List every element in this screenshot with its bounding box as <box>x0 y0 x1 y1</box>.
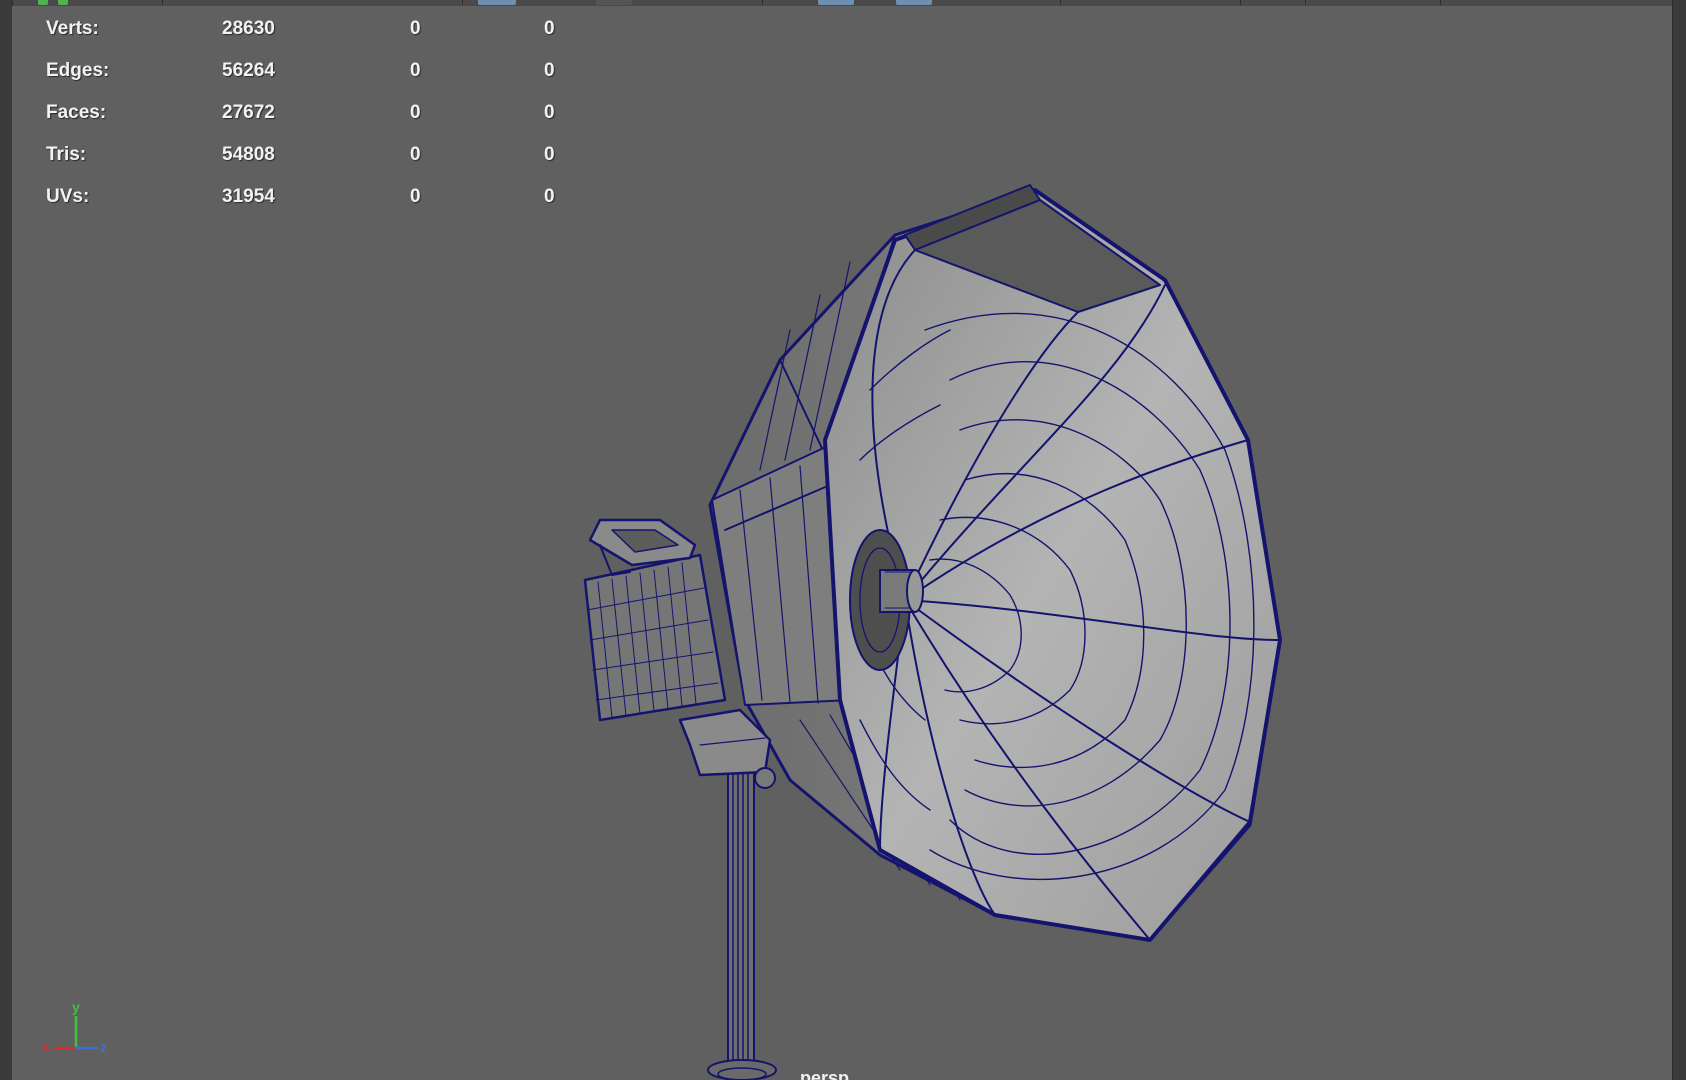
axis-gizmo-icon: y x z <box>42 1000 107 1055</box>
hud-label: Faces: <box>46 102 107 123</box>
hud-value-selected: 0 <box>410 18 421 39</box>
toolbar-icon[interactable] <box>58 0 68 5</box>
hud-value-other: 0 <box>544 144 555 165</box>
hud-label: Edges: <box>46 60 110 81</box>
hud-row-uvs: UVs: 31954 0 0 <box>46 180 586 222</box>
hud-label: UVs: <box>46 186 90 207</box>
hud-label: Tris: <box>46 144 87 165</box>
hud-row-edges: Edges: 56264 0 0 <box>46 54 586 96</box>
hud-value-total: 28630 <box>222 18 275 39</box>
strobe-body <box>583 553 727 722</box>
hud-value-selected: 0 <box>410 186 421 207</box>
hud-value-other: 0 <box>544 186 555 207</box>
hud-value-total: 56264 <box>222 60 275 81</box>
hud-value-selected: 0 <box>410 102 421 123</box>
toolbar-icon[interactable] <box>478 0 516 5</box>
hud-label: Verts: <box>46 18 99 39</box>
hud-row-verts: Verts: 28630 0 0 <box>46 12 586 54</box>
3d-viewport[interactable]: Verts: 28630 0 0 Edges: 56264 0 0 Faces:… <box>12 6 1672 1080</box>
toolbar-icon[interactable] <box>896 0 932 5</box>
hud-value-total: 27672 <box>222 102 275 123</box>
axis-z-label: z <box>100 1039 107 1055</box>
hud-row-faces: Faces: 27672 0 0 <box>46 96 586 138</box>
axis-y-label: y <box>72 1000 80 1015</box>
hud-value-other: 0 <box>544 102 555 123</box>
axis-x-label: x <box>42 1039 50 1055</box>
heads-up-display: Verts: 28630 0 0 Edges: 56264 0 0 Faces:… <box>46 12 586 222</box>
toolbar-icon[interactable] <box>818 0 854 5</box>
toolbar-icon[interactable] <box>38 0 48 5</box>
light-stand <box>707 759 777 1080</box>
panel-border-right <box>1672 0 1686 1080</box>
camera-name-label: persp <box>800 1068 850 1080</box>
hud-value-other: 0 <box>544 60 555 81</box>
toolbar-icon[interactable] <box>596 0 632 5</box>
hud-value-selected: 0 <box>410 144 421 165</box>
hud-value-other: 0 <box>544 18 555 39</box>
hud-value-total: 54808 <box>222 144 275 165</box>
hud-row-tris: Tris: 54808 0 0 <box>46 138 586 180</box>
hud-value-total: 31954 <box>222 186 275 207</box>
hud-value-selected: 0 <box>410 60 421 81</box>
